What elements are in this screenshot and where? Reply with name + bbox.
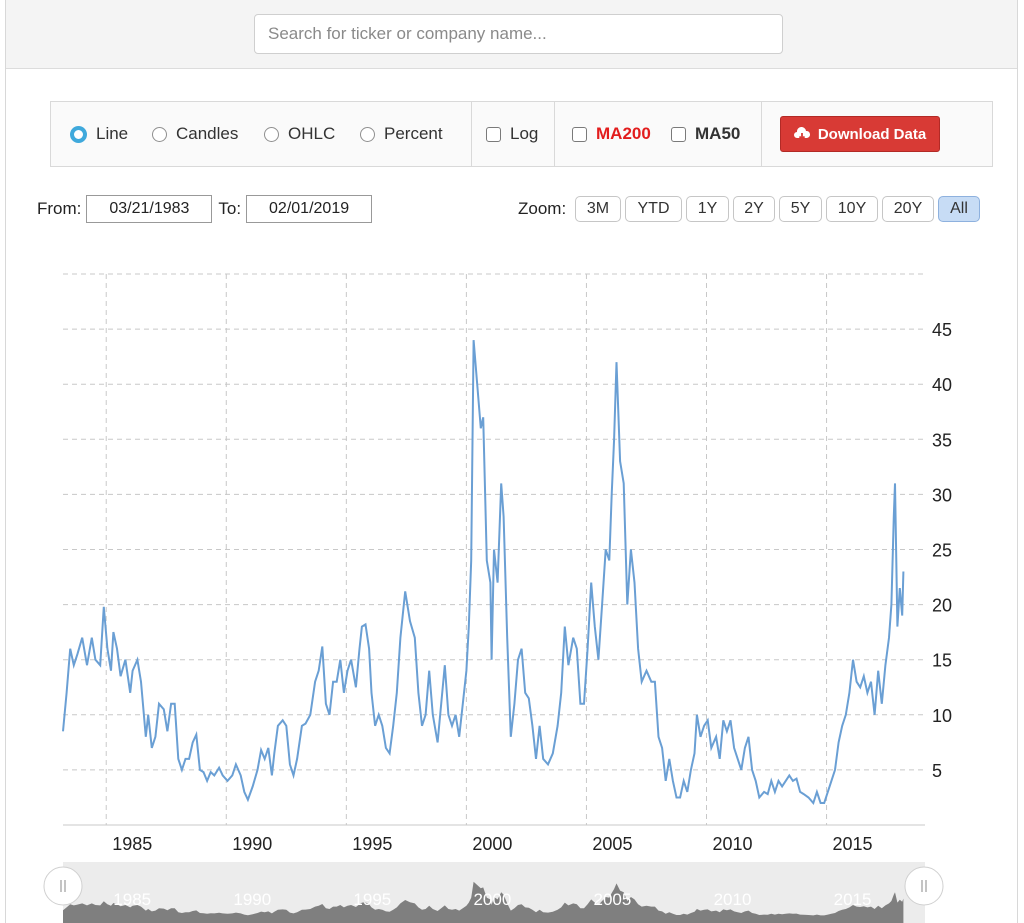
- y-tick-label: 10: [932, 706, 952, 726]
- navigator[interactable]: 1985 1990 1995 2000 2005 2010 2015: [43, 862, 944, 923]
- price-chart: 5 10 15 20 25 30 35 40 45 1985 1990 1995 2000 2005 20…: [43, 273, 952, 923]
- navigator-year-label: 1995: [353, 890, 391, 909]
- x-tick-label: 2015: [833, 834, 873, 854]
- navigator-left-handle[interactable]: [43, 866, 83, 906]
- drag-handle-icon[interactable]: [904, 866, 944, 906]
- x-axis-ticks: 1985 1990 1995 2000 2005 2010 2015: [112, 834, 872, 854]
- navigator-year-label: 2015: [834, 890, 872, 909]
- navigator-year-label: 2005: [594, 890, 632, 909]
- y-tick-label: 35: [932, 430, 952, 450]
- navigator-year-label: 1985: [113, 890, 151, 909]
- y-tick-label: 20: [932, 596, 952, 616]
- y-tick-label: 15: [932, 651, 952, 671]
- navigator-year-label: 2000: [473, 890, 511, 909]
- y-tick-label: 30: [932, 485, 952, 505]
- x-tick-label: 1995: [352, 834, 392, 854]
- x-tick-label: 2000: [472, 834, 512, 854]
- x-tick-label: 1985: [112, 834, 152, 854]
- y-tick-label: 45: [932, 320, 952, 340]
- x-tick-label: 1990: [232, 834, 272, 854]
- y-tick-label: 5: [932, 761, 942, 781]
- drag-handle-icon[interactable]: [43, 866, 83, 906]
- y-axis-ticks: 5 10 15 20 25 30 35 40 45: [932, 320, 952, 781]
- y-tick-label: 25: [932, 541, 952, 561]
- navigator-right-handle[interactable]: [904, 866, 944, 906]
- x-tick-label: 2010: [712, 834, 752, 854]
- series-line: [62, 340, 905, 805]
- y-tick-label: 40: [932, 375, 952, 395]
- navigator-year-label: 2010: [714, 890, 752, 909]
- x-tick-label: 2005: [592, 834, 632, 854]
- navigator-year-label: 1990: [233, 890, 271, 909]
